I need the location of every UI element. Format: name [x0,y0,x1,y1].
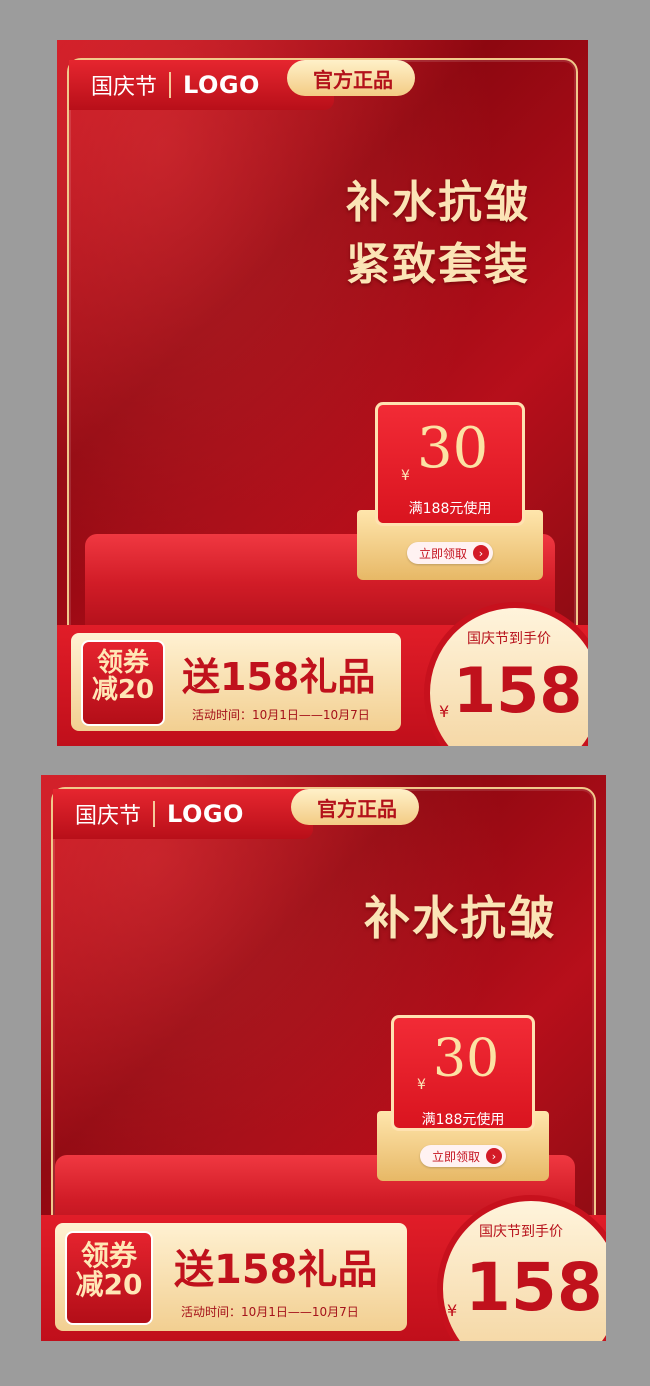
claim-button-label: 立即领取 [431,1149,481,1164]
event-date: 活动时间：10月1日——10月7日 [192,708,370,722]
redeem-line-2: 减20 [75,1268,143,1302]
price-value: 158 [453,654,583,727]
divider [153,801,156,827]
claim-button[interactable]: 立即领取 › [419,1145,507,1167]
gift-text: 送158礼品 [182,655,376,699]
promo-card-2: 国庆节 LOGO 官方正品 补水抗皱 ¥ 30 满188元使用 立即领取 › 领… [41,775,606,1341]
holiday-label: 国庆节 [91,75,158,100]
headline: 补水抗皱 紧致套装 [346,172,530,296]
price-label: 国庆节到手价 [479,1224,563,1240]
official-badge: 官方正品 [291,789,419,825]
coupon[interactable]: ¥ 30 满188元使用 立即领取 › [377,1015,549,1181]
promo-card-1: 国庆节 LOGO 官方正品 补水抗皱 紧致套装 ¥ 30 满188元使用 立即领… [57,40,588,746]
price-value: 158 [465,1249,603,1326]
coupon-condition: 满188元使用 [408,501,492,517]
coupon-currency: ¥ [401,468,410,484]
redeem-badge[interactable]: 领券 减20 [65,1231,153,1325]
divider [169,72,172,98]
price-currency: ¥ [447,1301,458,1320]
headline-line-2: 紧致套装 [346,239,530,290]
redeem-line-2: 减20 [91,675,155,706]
headline: 补水抗皱 [364,887,556,949]
coupon-amount: 30 [433,1029,500,1089]
holiday-label: 国庆节 [75,804,142,829]
arrow-right-icon: › [486,1148,503,1164]
event-date: 活动时间：10月1日——10月7日 [181,1305,359,1319]
headline-line-1: 补水抗皱 [364,891,556,945]
redeem-line-1: 领券 [80,1239,137,1272]
redeem-badge[interactable]: 领券 减20 [81,640,165,726]
claim-button[interactable]: 立即领取 › [406,542,494,564]
coupon[interactable]: ¥ 30 满188元使用 立即领取 › [357,402,543,580]
logo-text: LOGO [167,800,244,828]
coupon-condition: 满188元使用 [421,1112,505,1128]
coupon-currency: ¥ [417,1077,426,1093]
redeem-line-1: 领券 [96,648,149,678]
price-label: 国庆节到手价 [467,631,551,647]
headline-line-1: 补水抗皱 [346,177,530,228]
official-badge: 官方正品 [287,60,415,96]
logo-text: LOGO [183,71,260,99]
price-currency: ¥ [439,702,450,721]
arrow-right-icon: › [473,545,490,561]
coupon-amount: 30 [417,416,489,481]
brand-tag: 国庆节 LOGO [53,789,313,839]
claim-button-label: 立即领取 [418,546,468,561]
gift-text: 送158礼品 [174,1247,378,1293]
